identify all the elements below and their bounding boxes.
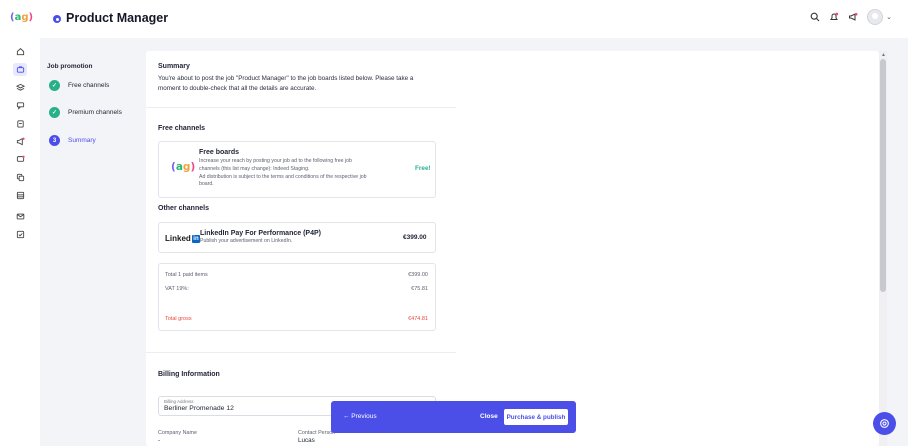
totals-card: Total 1 paid items €399.00 VAT 19%: €75.… — [158, 263, 436, 331]
free-price-label: Free! — [415, 165, 431, 172]
app-logo[interactable]: (ag) — [10, 10, 33, 26]
vat-value: €75.81 — [411, 286, 428, 292]
home-icon — [16, 48, 24, 56]
nav-copy[interactable] — [13, 171, 27, 184]
briefcase-icon — [16, 66, 24, 73]
left-navigation — [0, 38, 40, 446]
step-free-channels[interactable]: ✓ Free channels — [49, 80, 109, 91]
archive-icon — [16, 191, 24, 200]
nav-mail[interactable] — [13, 210, 27, 223]
contact-person-value: Lucas — [298, 437, 315, 444]
notification-bell-icon[interactable] — [829, 12, 839, 22]
step-label: Premium channels — [68, 109, 122, 116]
job-promotion-stepper: Job promotion ✓ Free channels ✓ Premium … — [47, 63, 122, 146]
free-boards-desc-4: board. — [199, 181, 214, 187]
linkedin-product-name: LinkedIn Pay For Performance (P4P) — [200, 230, 321, 237]
summary-text-line-2: moment to double-check that all the deta… — [158, 85, 317, 92]
summary-text-line-1: You're about to post the job "Product Ma… — [158, 75, 414, 82]
close-button[interactable]: Close — [480, 413, 498, 420]
scroll-up-arrow-icon[interactable]: ▲ — [881, 52, 886, 58]
linkedin-card: Linked in LinkedIn Pay For Performance (P… — [158, 222, 436, 253]
free-boards-card: (ag) Free boards Increase your reach by … — [158, 141, 436, 198]
linkedin-product-desc: Publish your advertisement on LinkedIn. — [200, 238, 293, 244]
chevron-down-icon[interactable]: ⌄ — [886, 13, 892, 21]
billing-address-label: Billing Address — [164, 399, 194, 404]
linkedin-logo: Linked in — [165, 234, 201, 243]
check-icon: ✓ — [49, 80, 60, 91]
avatar[interactable] — [867, 9, 884, 25]
nav-messages[interactable] — [13, 153, 27, 166]
nav-clipboard[interactable] — [13, 117, 27, 130]
linkedin-logo-in: in — [191, 234, 201, 243]
nav-marketing[interactable] — [13, 135, 27, 148]
purchase-publish-button[interactable]: Purchase & publish — [504, 409, 568, 425]
free-boards-name: Free boards — [199, 149, 240, 156]
contact-person-label: Contact Person — [298, 430, 336, 436]
step-summary[interactable]: 3 Summary — [49, 135, 96, 146]
page-title: Product Manager — [66, 11, 169, 25]
announcement-icon[interactable] — [848, 12, 858, 22]
checklist-icon — [16, 230, 24, 239]
free-channels-heading: Free channels — [158, 125, 206, 132]
message-heart-icon — [16, 155, 25, 162]
total-items-label: Total 1 paid items — [165, 272, 208, 278]
vat-label: VAT 19%: — [165, 286, 189, 292]
nav-layers[interactable] — [13, 81, 27, 94]
step-label: Free channels — [68, 82, 110, 89]
nav-jobs[interactable] — [13, 63, 27, 76]
summary-heading: Summary — [158, 63, 190, 70]
step-premium-channels[interactable]: ✓ Premium channels — [49, 107, 122, 118]
free-boards-desc-1: Increase your reach by posting your job … — [199, 158, 352, 164]
check-icon: ✓ — [49, 107, 60, 118]
header-actions: ⌄ — [810, 9, 892, 25]
search-icon[interactable] — [810, 12, 820, 22]
divider — [146, 107, 456, 108]
linkedin-price: €399.00 — [403, 234, 427, 241]
copy-icon — [16, 173, 24, 182]
free-boards-desc-3: Ad distribution is subject to the terms … — [199, 174, 367, 180]
scrollbar-thumb[interactable] — [880, 59, 886, 292]
nav-tasks[interactable] — [13, 228, 27, 241]
scrollbar[interactable]: ▲ — [879, 51, 887, 446]
nav-chat[interactable] — [13, 99, 27, 112]
other-channels-heading: Other channels — [158, 205, 209, 212]
nav-home[interactable] — [13, 45, 27, 58]
previous-button[interactable]: ← Previous — [343, 413, 377, 420]
clipboard-icon — [16, 120, 24, 128]
divider — [146, 352, 456, 353]
total-gross-label: Total gross — [165, 316, 192, 322]
top-bar: (ag) Product Manager ⌄ — [0, 0, 908, 38]
step-label: Summary — [68, 137, 96, 144]
total-items-value: €399.00 — [408, 272, 428, 278]
company-name-label: Company Name — [158, 430, 197, 436]
stepper-title: Job promotion — [47, 63, 93, 70]
billing-heading: Billing Information — [158, 371, 220, 378]
step-number: 3 — [49, 135, 60, 146]
linkedin-logo-text: Linked — [165, 234, 191, 243]
billing-address-value: Berliner Promenade 12 — [164, 405, 234, 412]
help-button[interactable] — [873, 412, 896, 435]
free-boards-logo: (ag) — [171, 161, 196, 173]
free-boards-desc-2: channels (this list may change): Indeed … — [199, 166, 310, 172]
company-name-value: - — [158, 437, 161, 444]
chat-icon — [16, 102, 24, 110]
megaphone-icon — [16, 137, 25, 146]
status-dot-icon — [53, 15, 61, 23]
layers-icon — [15, 83, 25, 91]
total-gross-value: €474.81 — [408, 316, 428, 322]
nav-archive[interactable] — [13, 189, 27, 202]
mail-icon — [16, 213, 24, 220]
action-bar: ← Previous Close Purchase & publish — [331, 401, 576, 433]
support-icon — [880, 419, 889, 428]
